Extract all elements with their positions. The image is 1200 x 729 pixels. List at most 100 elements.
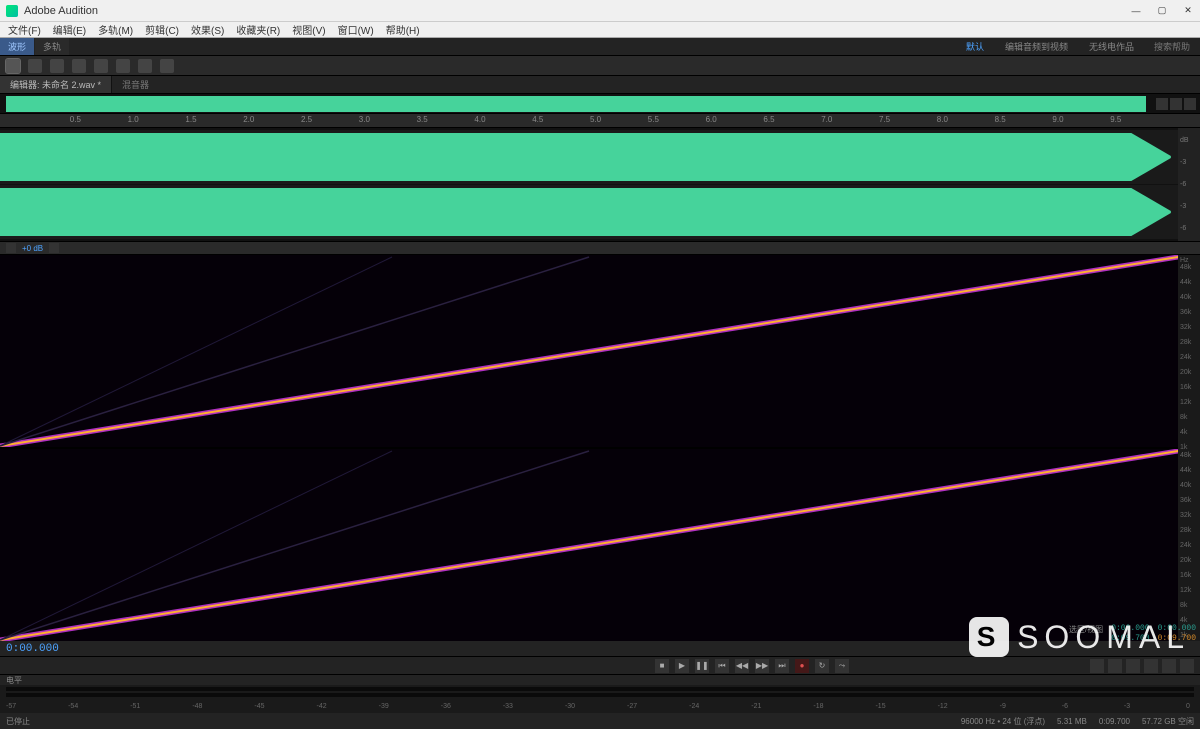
status-sample-rate: 96000 Hz • 24 位 (浮点) bbox=[961, 716, 1045, 727]
amp-tick: -3 bbox=[1180, 203, 1198, 210]
zoom-in-v-icon[interactable] bbox=[1126, 659, 1140, 673]
zoom-in-icon[interactable] bbox=[1156, 98, 1168, 110]
minimize-button[interactable]: — bbox=[1130, 5, 1142, 17]
freq-tick: 36k bbox=[1180, 309, 1198, 316]
overview-waveform[interactable] bbox=[6, 96, 1146, 112]
view-start[interactable]: 0:09.700 bbox=[1111, 634, 1149, 643]
titlebar: Adobe Audition — ▢ ✕ bbox=[0, 0, 1200, 22]
close-button[interactable]: ✕ bbox=[1182, 5, 1194, 17]
level-scale: -57-54-51-48-45-42-39-36-33-30-27-24-21-… bbox=[0, 703, 1200, 713]
spectral-left-channel[interactable] bbox=[0, 255, 1178, 447]
search-help[interactable]: 搜索帮助 bbox=[1144, 40, 1200, 53]
menu-effects[interactable]: 效果(S) bbox=[187, 22, 228, 37]
tool-slip[interactable] bbox=[50, 59, 64, 73]
maximize-button[interactable]: ▢ bbox=[1156, 5, 1168, 17]
spectral-display[interactable]: Hz 48k44k40k36k32k28k24k20k16k12k8k4k1k … bbox=[0, 255, 1200, 641]
ruler-tick: 3.5 bbox=[417, 115, 428, 124]
waveform-display[interactable]: dB -3 -6 -3 -6 bbox=[0, 128, 1200, 241]
frequency-scale: Hz 48k44k40k36k32k28k24k20k16k12k8k4k1k … bbox=[1178, 255, 1200, 641]
file-tab-mixer[interactable]: 混音器 bbox=[112, 76, 159, 93]
menu-help[interactable]: 帮助(H) bbox=[382, 22, 424, 37]
waveform-channels[interactable] bbox=[0, 128, 1178, 241]
menu-window[interactable]: 窗口(W) bbox=[334, 22, 378, 37]
menubar: 文件(F) 编辑(E) 多轨(M) 剪辑(C) 效果(S) 收藏夹(R) 视图(… bbox=[0, 22, 1200, 38]
ruler-tick: 9.0 bbox=[1052, 115, 1063, 124]
db-tick: -45 bbox=[254, 703, 264, 710]
prev-button[interactable]: ⏮ bbox=[715, 659, 729, 673]
menu-edit[interactable]: 编辑(E) bbox=[49, 22, 90, 37]
view-end[interactable]: 0:09.700 bbox=[1158, 634, 1196, 643]
db-tick: -24 bbox=[689, 703, 699, 710]
db-tick: -42 bbox=[317, 703, 327, 710]
next-button[interactable]: ⏭ bbox=[775, 659, 789, 673]
tool-move[interactable] bbox=[6, 59, 20, 73]
overview-strip[interactable] bbox=[0, 94, 1200, 114]
spectral-channels[interactable] bbox=[0, 255, 1178, 641]
tool-razor[interactable] bbox=[28, 59, 42, 73]
zoom-out-icon[interactable] bbox=[1170, 98, 1182, 110]
tool-time-select[interactable] bbox=[72, 59, 86, 73]
spectral-right-channel[interactable] bbox=[0, 449, 1178, 641]
loop-button[interactable]: ↻ bbox=[815, 659, 829, 673]
db-tick: -39 bbox=[379, 703, 389, 710]
menu-view[interactable]: 视图(V) bbox=[288, 22, 329, 37]
timecode-display[interactable]: 0:00.000 bbox=[6, 643, 59, 655]
tool-marquee[interactable] bbox=[94, 59, 108, 73]
stop-button[interactable]: ■ bbox=[655, 659, 669, 673]
record-button[interactable]: ● bbox=[795, 659, 809, 673]
pause-button[interactable]: ❚❚ bbox=[695, 659, 709, 673]
menu-clip[interactable]: 剪辑(C) bbox=[141, 22, 183, 37]
db-tick: -36 bbox=[441, 703, 451, 710]
skip-button[interactable]: ⤳ bbox=[835, 659, 849, 673]
menu-favorites[interactable]: 收藏夹(R) bbox=[232, 22, 284, 37]
file-tab-active[interactable]: 编辑器: 未命名 2.wav * bbox=[0, 76, 112, 93]
db-tick: -6 bbox=[1062, 703, 1068, 710]
tool-spot-heal[interactable] bbox=[160, 59, 174, 73]
zoom-out-v-icon[interactable] bbox=[1144, 659, 1158, 673]
mode-tab-waveform[interactable]: 波形 bbox=[0, 38, 34, 55]
mode-tab-multitrack[interactable]: 多轨 bbox=[35, 38, 69, 55]
zoom-fit-icon[interactable] bbox=[1162, 659, 1176, 673]
spectral-toggle-icon[interactable] bbox=[6, 243, 16, 253]
menu-file[interactable]: 文件(F) bbox=[4, 22, 45, 37]
freq-tick: 8k bbox=[1180, 602, 1198, 609]
waveform-left-channel[interactable] bbox=[0, 130, 1178, 184]
rewind-button[interactable]: ◀◀ bbox=[735, 659, 749, 673]
amp-tick: -6 bbox=[1180, 181, 1198, 188]
time-ruler[interactable]: 0.51.01.52.02.53.03.54.04.55.05.56.06.57… bbox=[0, 114, 1200, 128]
overview-controls bbox=[1152, 98, 1200, 110]
play-button[interactable]: ▶ bbox=[675, 659, 689, 673]
zoom-out-h-icon[interactable] bbox=[1108, 659, 1122, 673]
workspace-preset-radio[interactable]: 无线电作品 bbox=[1079, 38, 1144, 55]
selection-info-panel: 选区/视图 0:00.000 0:09.700 0:00.000 0:09.70… bbox=[1069, 624, 1196, 643]
ruler-tick: 6.5 bbox=[763, 115, 774, 124]
db-tick: -9 bbox=[1000, 703, 1006, 710]
spectral-settings-icon[interactable] bbox=[49, 243, 59, 253]
level-track-right bbox=[6, 693, 1194, 697]
workspace-preset-audio-video[interactable]: 编辑音频到视频 bbox=[995, 38, 1078, 55]
freq-tick: 40k bbox=[1180, 482, 1198, 489]
status-timing: 5.31 MB bbox=[1057, 717, 1087, 726]
freq-tick: 48k bbox=[1180, 452, 1198, 459]
tool-lasso[interactable] bbox=[116, 59, 130, 73]
menu-multitrack[interactable]: 多轨(M) bbox=[94, 22, 137, 37]
forward-button[interactable]: ▶▶ bbox=[755, 659, 769, 673]
sel-end[interactable]: 0:00.000 bbox=[1158, 624, 1196, 633]
sel-start[interactable]: 0:00.000 bbox=[1111, 624, 1149, 633]
db-tick: -15 bbox=[875, 703, 885, 710]
tool-brush[interactable] bbox=[138, 59, 152, 73]
freq-tick: 12k bbox=[1180, 587, 1198, 594]
status-state: 已停止 bbox=[6, 716, 30, 727]
zoom-sel-icon[interactable] bbox=[1180, 659, 1194, 673]
waveform-right-channel[interactable] bbox=[0, 185, 1178, 239]
workspace-preset-default[interactable]: 默认 bbox=[956, 38, 994, 55]
zoom-full-icon[interactable] bbox=[1184, 98, 1196, 110]
ruler-tick: 2.5 bbox=[301, 115, 312, 124]
spectral-header: +0 dB bbox=[0, 241, 1200, 255]
ruler-tick: 1.0 bbox=[128, 115, 139, 124]
freq-tick: 24k bbox=[1180, 542, 1198, 549]
freq-unit: Hz bbox=[1180, 257, 1198, 264]
freq-tick: 16k bbox=[1180, 572, 1198, 579]
freq-tick: 28k bbox=[1180, 339, 1198, 346]
zoom-in-h-icon[interactable] bbox=[1090, 659, 1104, 673]
